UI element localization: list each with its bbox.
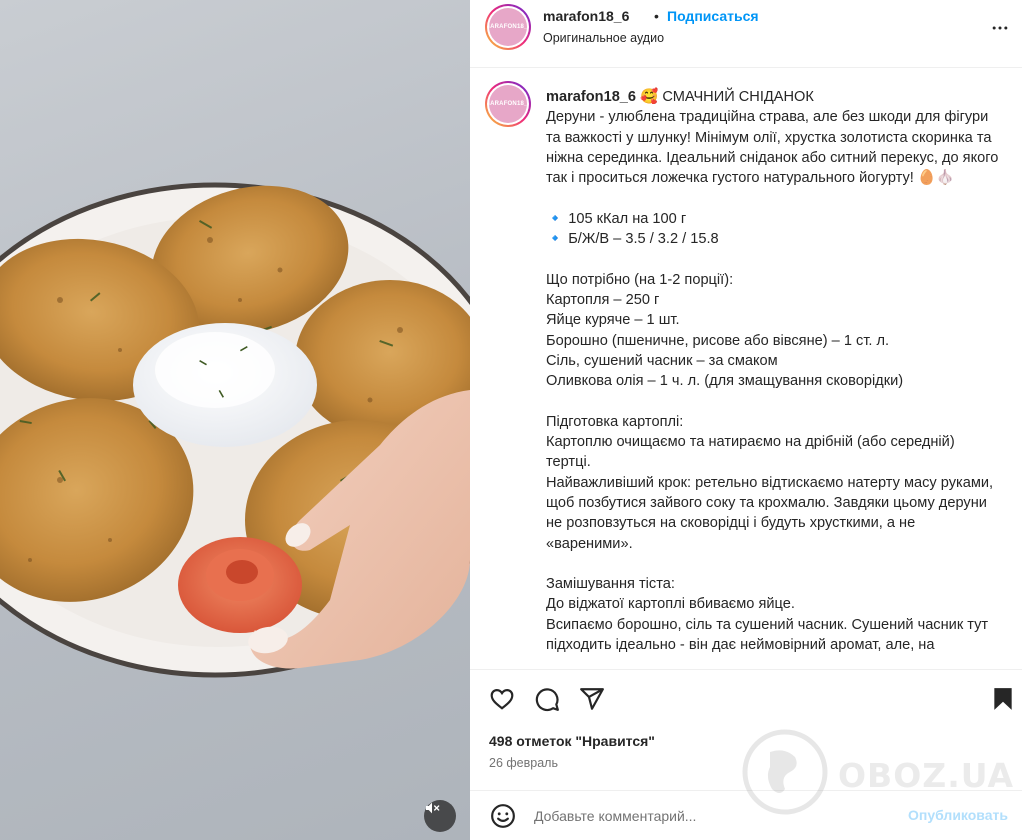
caption-avatar[interactable]: MARAFON18_6	[485, 81, 531, 127]
avatar[interactable]: MARAFON18_6	[485, 4, 531, 50]
mute-button[interactable]	[424, 800, 456, 832]
caption-username[interactable]: marafon18_6	[546, 89, 636, 105]
comment-icon[interactable]	[534, 686, 560, 712]
action-bar	[470, 669, 1022, 725]
comment-bar: Опубликовать	[470, 790, 1022, 840]
separator-dot: •	[654, 8, 659, 24]
follow-button[interactable]: Подписаться	[667, 8, 759, 24]
post-media[interactable]	[0, 0, 470, 840]
more-icon[interactable]	[990, 18, 1010, 38]
likes-count[interactable]: 498 отметок "Нравится"	[489, 733, 655, 749]
post-comment-button[interactable]: Опубликовать	[908, 807, 1008, 823]
post-date[interactable]: 26 февраль	[489, 756, 558, 770]
speaker-muted-icon	[426, 802, 440, 814]
header-username[interactable]: marafon18_6	[543, 8, 629, 24]
heart-icon[interactable]	[489, 686, 515, 712]
audio-label[interactable]: Оригинальное аудио	[543, 31, 664, 45]
bookmark-icon[interactable]	[990, 686, 1016, 712]
emoji-icon[interactable]	[490, 803, 516, 829]
avatar-text: MARAFON18_6	[489, 8, 527, 46]
comment-input[interactable]	[534, 805, 894, 827]
caption-area[interactable]: MARAFON18_6 marafon18_6 🥰 СМАЧНИЙ СНІДАН…	[470, 69, 1022, 669]
food-photo	[0, 182, 470, 678]
share-icon[interactable]	[579, 686, 605, 712]
post-details-panel: MARAFON18_6 marafon18_6 • Подписаться Ор…	[470, 0, 1022, 840]
avatar-text: MARAFON18_6	[489, 85, 527, 123]
caption-text: marafon18_6 🥰 СМАЧНИЙ СНІДАНОК Деруни - …	[546, 87, 1001, 655]
post-header: MARAFON18_6 marafon18_6 • Подписаться Ор…	[470, 0, 1022, 68]
caption-body: 🥰 СМАЧНИЙ СНІДАНОК Деруни - улюблена тра…	[546, 89, 999, 654]
